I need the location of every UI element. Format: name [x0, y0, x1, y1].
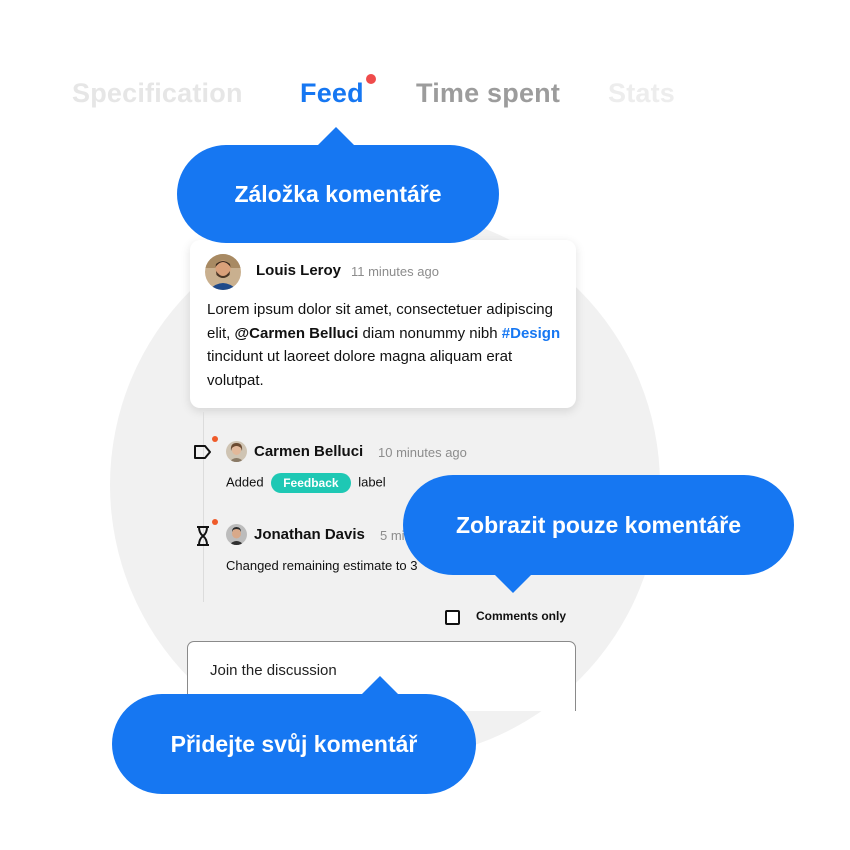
event-time: 10 minutes ago	[378, 445, 467, 460]
comments-only-label[interactable]: Comments only	[476, 609, 566, 623]
tab-specification[interactable]: Specification	[72, 78, 243, 109]
avatar	[205, 254, 241, 290]
event-author[interactable]: Jonathan Davis	[254, 526, 365, 543]
event-text-before: Added	[226, 474, 264, 490]
notification-dot	[366, 74, 376, 84]
mention-link[interactable]: @Carmen Belluci	[235, 325, 359, 342]
label-icon	[193, 444, 213, 465]
comments-only-checkbox[interactable]	[445, 610, 460, 625]
callout-pointer	[494, 574, 532, 593]
event-text-after: label	[358, 474, 386, 490]
tab-feed[interactable]: Feed	[300, 78, 364, 109]
callout-pointer	[361, 676, 399, 695]
avatar	[226, 441, 247, 462]
feedback-label-badge: Feedback	[271, 473, 351, 493]
avatar	[226, 524, 247, 545]
event-text: Changed remaining estimate to 3	[226, 558, 418, 573]
event-dot	[212, 436, 218, 442]
comment-text-part: diam nonummy nibh	[358, 324, 502, 342]
tab-stats[interactable]: Stats	[608, 78, 675, 109]
callout-text: Záložka komentáře	[234, 180, 442, 207]
timeline-line	[203, 412, 204, 602]
callout-text: Zobrazit pouze komentáře	[456, 511, 741, 538]
hashtag-link[interactable]: #Design	[502, 325, 560, 342]
comment-time: 11 minutes ago	[351, 264, 439, 279]
event-author[interactable]: Carmen Belluci	[254, 443, 363, 460]
tab-time-spent[interactable]: Time spent	[416, 78, 560, 109]
discussion-placeholder: Join the discussion	[210, 662, 337, 679]
callout-text: Přidejte svůj komentář	[170, 730, 418, 757]
callout-add-comment: Přidejte svůj komentář	[112, 694, 476, 794]
event-dot	[212, 519, 218, 525]
comment-card: Louis Leroy 11 minutes ago Lorem ipsum d…	[190, 240, 576, 408]
callout-comments-tab: Záložka komentáře	[177, 145, 499, 243]
comment-text: Lorem ipsum dolor sit amet, consectetuer…	[207, 298, 567, 392]
callout-comments-only: Zobrazit pouze komentáře	[403, 475, 794, 575]
hourglass-icon	[195, 525, 211, 552]
event-text: Added Feedback label	[226, 473, 386, 493]
callout-pointer	[317, 127, 355, 146]
comment-author[interactable]: Louis Leroy	[256, 262, 341, 279]
comment-text-part: tincidunt ut laoreet dolore magna aliqua…	[207, 348, 513, 389]
